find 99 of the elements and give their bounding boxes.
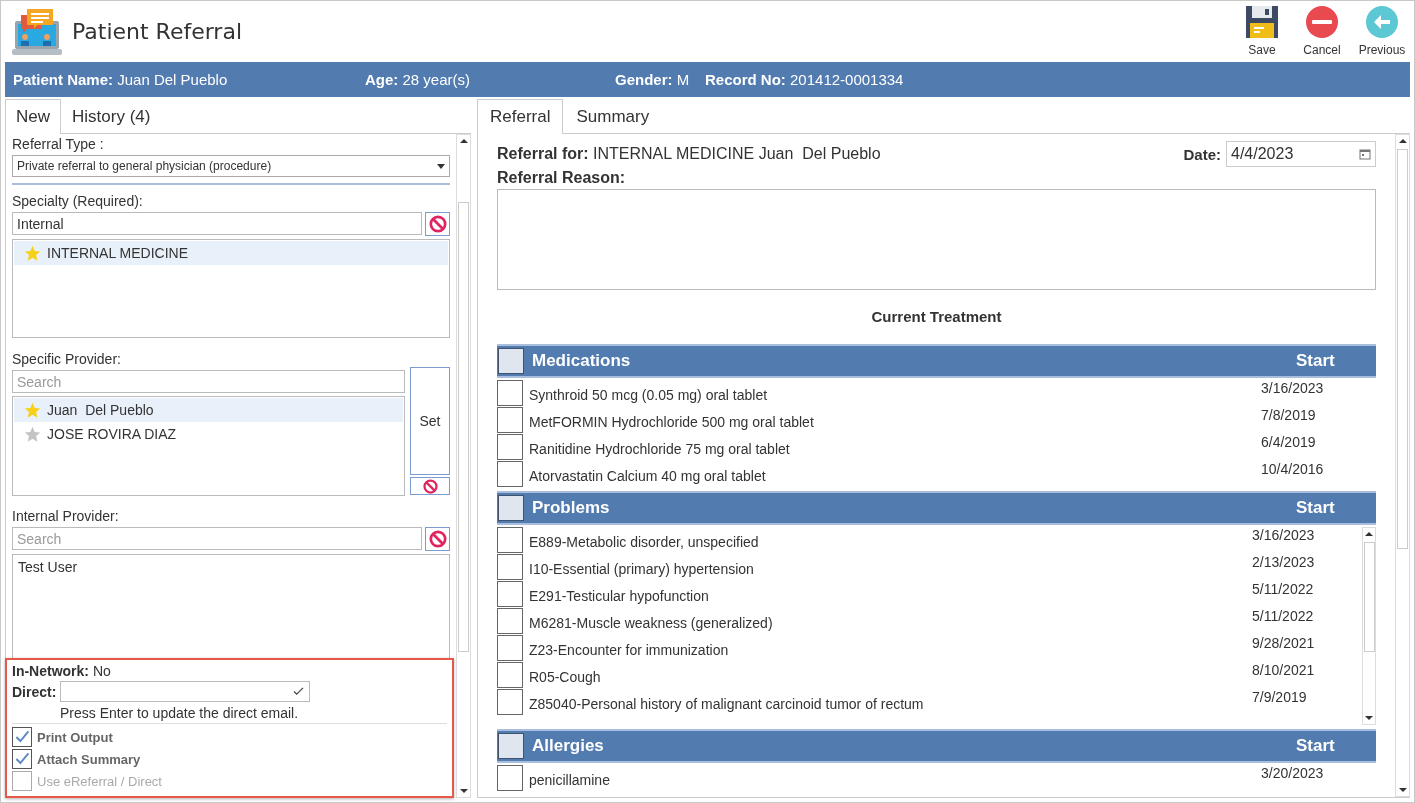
start-date: 7/9/2019	[1252, 689, 1308, 705]
cancel-icon	[1306, 6, 1338, 38]
item-label: Ranitidine Hydrochloride 75 mg oral tablet	[529, 440, 790, 457]
tab[interactable]: New	[5, 99, 61, 134]
clear-button[interactable]	[425, 212, 450, 236]
item-label: Synthroid 50 mcg (0.05 mg) oral tablet	[529, 386, 768, 403]
hint-text: Press Enter to update the direct email.	[60, 705, 300, 721]
checkbox[interactable]	[498, 733, 524, 759]
field-label: Date:	[1183, 145, 1221, 163]
checkbox[interactable]	[497, 635, 523, 661]
search-field[interactable]: Search	[12, 527, 422, 550]
start-date: 5/11/2022	[1252, 608, 1315, 624]
checkbox[interactable]	[497, 554, 523, 580]
patient-info: Gender: M	[615, 71, 691, 88]
laptop-chat-icon	[11, 6, 63, 57]
previous-button[interactable]: Previous	[1356, 6, 1408, 57]
in-network-text: In-Network: No	[12, 663, 112, 679]
column-header: Start	[1296, 736, 1336, 756]
column-header: Start	[1296, 498, 1336, 518]
referral-for-text: Referral for: INTERNAL MEDICINE Juan Del Pueblo	[497, 145, 881, 163]
field-label: Referral Reason:	[497, 169, 627, 187]
no-entry-icon	[428, 530, 447, 548]
checkbox[interactable]	[497, 765, 523, 791]
item-label: E889-Metabolic disorder, unspecified	[529, 533, 759, 550]
item-label: R05-Cough	[529, 668, 601, 685]
field-label: Direct:	[12, 683, 57, 700]
item-label: penicillamine	[529, 771, 610, 788]
checkbox[interactable]	[497, 689, 523, 715]
checkbox-label: Use eReferral / Direct	[37, 773, 162, 789]
start-date: 3/16/2023	[1261, 380, 1325, 396]
start-date: 5/11/2022	[1252, 581, 1315, 597]
checkbox[interactable]	[497, 380, 523, 406]
checkmark-icon	[293, 687, 305, 696]
scrollbar[interactable]	[456, 134, 471, 798]
date-field[interactable]: 4/4/2023	[1226, 141, 1376, 167]
column-header: Start	[1296, 351, 1336, 371]
section-title: Medications	[532, 351, 631, 371]
checkbox[interactable]	[498, 495, 524, 521]
tab[interactable]: Summary	[563, 99, 663, 133]
cancel-button[interactable]: Cancel	[1296, 6, 1348, 57]
start-date: 3/16/2023	[1252, 527, 1316, 543]
calendar-icon	[1359, 148, 1371, 160]
list-item[interactable]: JOSE ROVIRA DIAZ	[14, 422, 403, 446]
item-label: I10-Essential (primary) hypertension	[529, 560, 754, 577]
checkbox[interactable]	[12, 749, 32, 769]
item-label: Z85040-Personal history of malignant carcinoid tumor of rectum	[529, 695, 924, 712]
checkbox[interactable]	[497, 581, 523, 607]
list-item[interactable]: INTERNAL MEDICINE	[14, 241, 448, 265]
checkbox[interactable]	[497, 434, 523, 460]
scrollbar[interactable]	[1362, 527, 1376, 725]
clear-button[interactable]	[425, 527, 450, 551]
patient-info: Age: 28 year(s)	[365, 71, 472, 88]
specialty-field[interactable]: Internal	[12, 212, 422, 235]
checkbox[interactable]	[498, 348, 524, 374]
field-label: Specialty (Required):	[12, 193, 144, 209]
list-item[interactable]: Test User	[18, 559, 444, 575]
start-date: 8/10/2021	[1252, 662, 1316, 678]
patient-info: Record No: 201412-0001334	[705, 71, 904, 88]
checkbox[interactable]	[497, 461, 523, 487]
list-item[interactable]: Juan Del Pueblo	[14, 398, 403, 422]
start-date: 6/4/2019	[1261, 434, 1317, 450]
start-date: 3/20/2023	[1261, 765, 1325, 781]
item-label: MetFORMIN Hydrochloride 500 mg oral tablet	[529, 413, 814, 430]
clear-button[interactable]	[410, 477, 450, 495]
section-title: Current Treatment	[871, 308, 1002, 325]
section-title: Allergies	[532, 736, 604, 756]
patient-info: Patient Name: Juan Del Pueblo	[13, 71, 229, 88]
no-entry-icon	[422, 478, 438, 494]
start-date: 10/4/2016	[1261, 461, 1325, 477]
start-date: 2/13/2023	[1252, 554, 1316, 570]
search-field[interactable]: Search	[12, 370, 405, 393]
no-entry-icon	[428, 215, 447, 233]
start-date: 9/28/2021	[1252, 635, 1316, 651]
section-title: Problems	[532, 498, 610, 518]
field-label: Referral Type :	[12, 136, 105, 152]
checkbox[interactable]	[12, 727, 32, 747]
referral-type-dropdown[interactable]: Private referral to general physician (procedure)	[12, 155, 450, 177]
item-label: M6281-Muscle weakness (generalized)	[529, 614, 773, 631]
checkbox-label: Print Output	[37, 729, 113, 745]
set-button[interactable]: Set	[410, 367, 450, 475]
scrollbar[interactable]	[1395, 134, 1410, 797]
item-label: Z23-Encounter for immunization	[529, 641, 729, 658]
checkbox[interactable]	[497, 407, 523, 433]
field-label: Specific Provider:	[12, 351, 122, 367]
save-button[interactable]: Save	[1236, 6, 1288, 57]
checkbox[interactable]	[497, 662, 523, 688]
referral-reason-field[interactable]	[497, 189, 1376, 290]
tab[interactable]: History (4)	[61, 99, 162, 133]
page-title: Patient Referral	[72, 19, 242, 44]
caret-icon	[437, 163, 445, 169]
start-date: 7/8/2019	[1261, 407, 1317, 423]
checkbox[interactable]	[497, 527, 523, 553]
checkbox-label: Attach Summary	[37, 751, 141, 767]
field-label: Internal Provider:	[12, 508, 120, 524]
checkbox[interactable]	[497, 608, 523, 634]
direct-email-field[interactable]	[60, 681, 311, 702]
tab[interactable]: Referral	[477, 99, 564, 134]
item-label: E291-Testicular hypofunction	[529, 587, 709, 604]
item-label: Atorvastatin Calcium 40 mg oral tablet	[529, 467, 766, 484]
